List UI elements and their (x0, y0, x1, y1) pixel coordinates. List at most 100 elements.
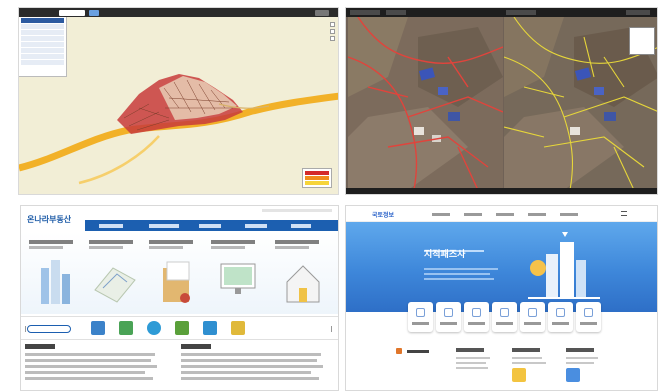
quick-link-icon[interactable] (175, 321, 189, 335)
service-icon (444, 308, 453, 317)
news-list (181, 344, 331, 390)
nav-item[interactable] (291, 223, 311, 228)
nav-item[interactable] (199, 223, 221, 228)
legend-swatch (305, 176, 329, 180)
service-card[interactable] (273, 238, 329, 310)
aerial-map-right[interactable] (504, 17, 657, 188)
service-card[interactable] (27, 238, 83, 310)
layer-item[interactable] (21, 42, 64, 47)
list-item[interactable] (181, 359, 317, 362)
hero-desc-line (424, 273, 490, 275)
house-icon (286, 265, 320, 303)
service-card[interactable] (209, 238, 265, 310)
layer-item[interactable] (21, 48, 64, 53)
service-cards (21, 232, 338, 314)
nav-item[interactable] (245, 223, 267, 228)
cadastral-info-section (346, 338, 657, 390)
nav-item[interactable] (528, 212, 546, 216)
hero-desc-line (424, 268, 498, 270)
service-shortcut[interactable] (464, 302, 489, 332)
hero-title: 지적패즈사 (424, 249, 466, 259)
aerial-map-left[interactable] (348, 17, 503, 188)
notice-list (25, 344, 165, 390)
list-item[interactable] (25, 359, 151, 362)
utility-links[interactable] (262, 209, 332, 212)
service-shortcut[interactable] (408, 302, 433, 332)
map-canvas[interactable] (19, 8, 339, 195)
list-item[interactable] (25, 377, 153, 380)
phone-icon (566, 368, 580, 382)
list-item[interactable] (456, 357, 490, 359)
list-item[interactable] (181, 371, 311, 374)
service-icon (500, 308, 509, 317)
portal-logo[interactable]: 온나라부동산 (27, 214, 71, 225)
nav-item[interactable] (149, 223, 179, 228)
nav-item[interactable] (496, 212, 514, 216)
zoom-out-icon[interactable] (330, 29, 335, 34)
quick-link-icon[interactable] (231, 321, 245, 335)
toolbar-block[interactable] (506, 10, 536, 15)
list-item[interactable] (25, 371, 145, 374)
service-shortcut[interactable] (548, 302, 573, 332)
quick-link-icon[interactable] (147, 321, 161, 335)
list-item[interactable] (25, 365, 157, 368)
service-shortcut[interactable] (436, 302, 461, 332)
notice-section (25, 344, 334, 390)
zoom-in-icon[interactable] (330, 22, 335, 27)
list-item[interactable] (566, 357, 598, 359)
hero-desc-line (424, 278, 494, 280)
quick-link-icon[interactable] (203, 321, 217, 335)
layer-item[interactable] (21, 54, 64, 59)
layer-item[interactable] (21, 30, 64, 35)
nav-item[interactable] (432, 212, 450, 216)
quick-links (21, 316, 338, 340)
toolbar-block[interactable] (626, 10, 650, 15)
portal-site-screenshot: 온나라부동산 (20, 205, 339, 391)
service-card[interactable] (87, 238, 143, 310)
quick-link-pill[interactable] (27, 325, 71, 333)
list-item[interactable] (456, 367, 488, 369)
service-shortcut[interactable] (520, 302, 545, 332)
layer-popup[interactable] (629, 27, 655, 55)
list-item[interactable] (566, 362, 594, 364)
nav-item[interactable] (99, 223, 123, 228)
measure-icon[interactable] (330, 36, 335, 41)
layer-item[interactable] (21, 18, 64, 23)
service-shortcut[interactable] (576, 302, 601, 332)
monitor-icon (220, 263, 256, 294)
building-roof (448, 112, 460, 121)
service-icon (584, 308, 593, 317)
list-item[interactable] (181, 365, 323, 368)
carousel-prev-icon[interactable] (25, 326, 28, 332)
legend-swatch (305, 181, 329, 185)
toolbar-block[interactable] (350, 10, 380, 15)
list-item[interactable] (456, 362, 486, 364)
service-shortcut[interactable] (492, 302, 517, 332)
list-item[interactable] (512, 357, 542, 359)
service-icon (556, 308, 565, 317)
cadastral-header: 국토정보 (346, 206, 657, 222)
list-item[interactable] (512, 362, 546, 364)
carousel-next-icon[interactable] (329, 326, 332, 332)
layer-item[interactable] (21, 24, 64, 29)
layer-item[interactable] (21, 60, 64, 65)
service-shortcuts (408, 302, 604, 332)
layer-item[interactable] (21, 36, 64, 41)
service-card[interactable] (147, 238, 203, 310)
info-column (512, 348, 550, 382)
info-category-button[interactable] (396, 348, 432, 356)
nav-item[interactable] (464, 212, 482, 216)
nav-item[interactable] (560, 212, 578, 216)
quick-link-icon[interactable] (91, 321, 105, 335)
cadastral-logo[interactable]: 국토정보 (372, 210, 394, 219)
quick-link-icon[interactable] (119, 321, 133, 335)
menu-icon[interactable] (621, 211, 627, 216)
list-item[interactable] (181, 377, 319, 380)
info-column (566, 348, 604, 382)
building-roof (438, 87, 448, 95)
list-item[interactable] (25, 353, 155, 356)
toolbar-block[interactable] (386, 10, 406, 15)
service-icon (528, 308, 537, 317)
map-paper-icon (94, 267, 136, 303)
list-item[interactable] (181, 353, 321, 356)
